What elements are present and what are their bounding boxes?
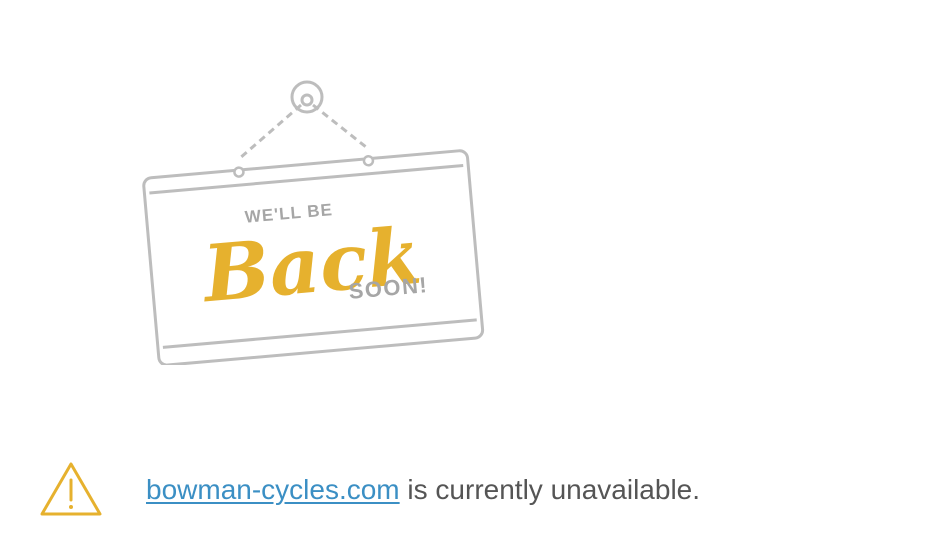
sign-hook-right [362, 154, 375, 167]
sign-board-top-rule [149, 164, 464, 195]
unavailable-message: bowman-cycles.com is currently unavailab… [146, 473, 700, 507]
sign-text-main: Back [198, 211, 425, 321]
unavailable-notice: bowman-cycles.com is currently unavailab… [38, 460, 898, 520]
hanging-nail-center [300, 93, 314, 107]
maintenance-page: WE'LL BE Back SOON! bowman-cycles.com is… [0, 0, 925, 538]
unavailable-suffix: is currently unavailable. [399, 474, 701, 505]
domain-link[interactable]: bowman-cycles.com [146, 474, 400, 505]
sign-board: WE'LL BE Back SOON! [142, 149, 485, 365]
sign-hook-left [233, 166, 245, 178]
hanging-string-left [239, 103, 302, 160]
hanging-string-right [312, 103, 367, 149]
warning-triangle-icon [40, 462, 102, 516]
well-be-back-soon-sign: WE'LL BE Back SOON! [142, 80, 485, 365]
